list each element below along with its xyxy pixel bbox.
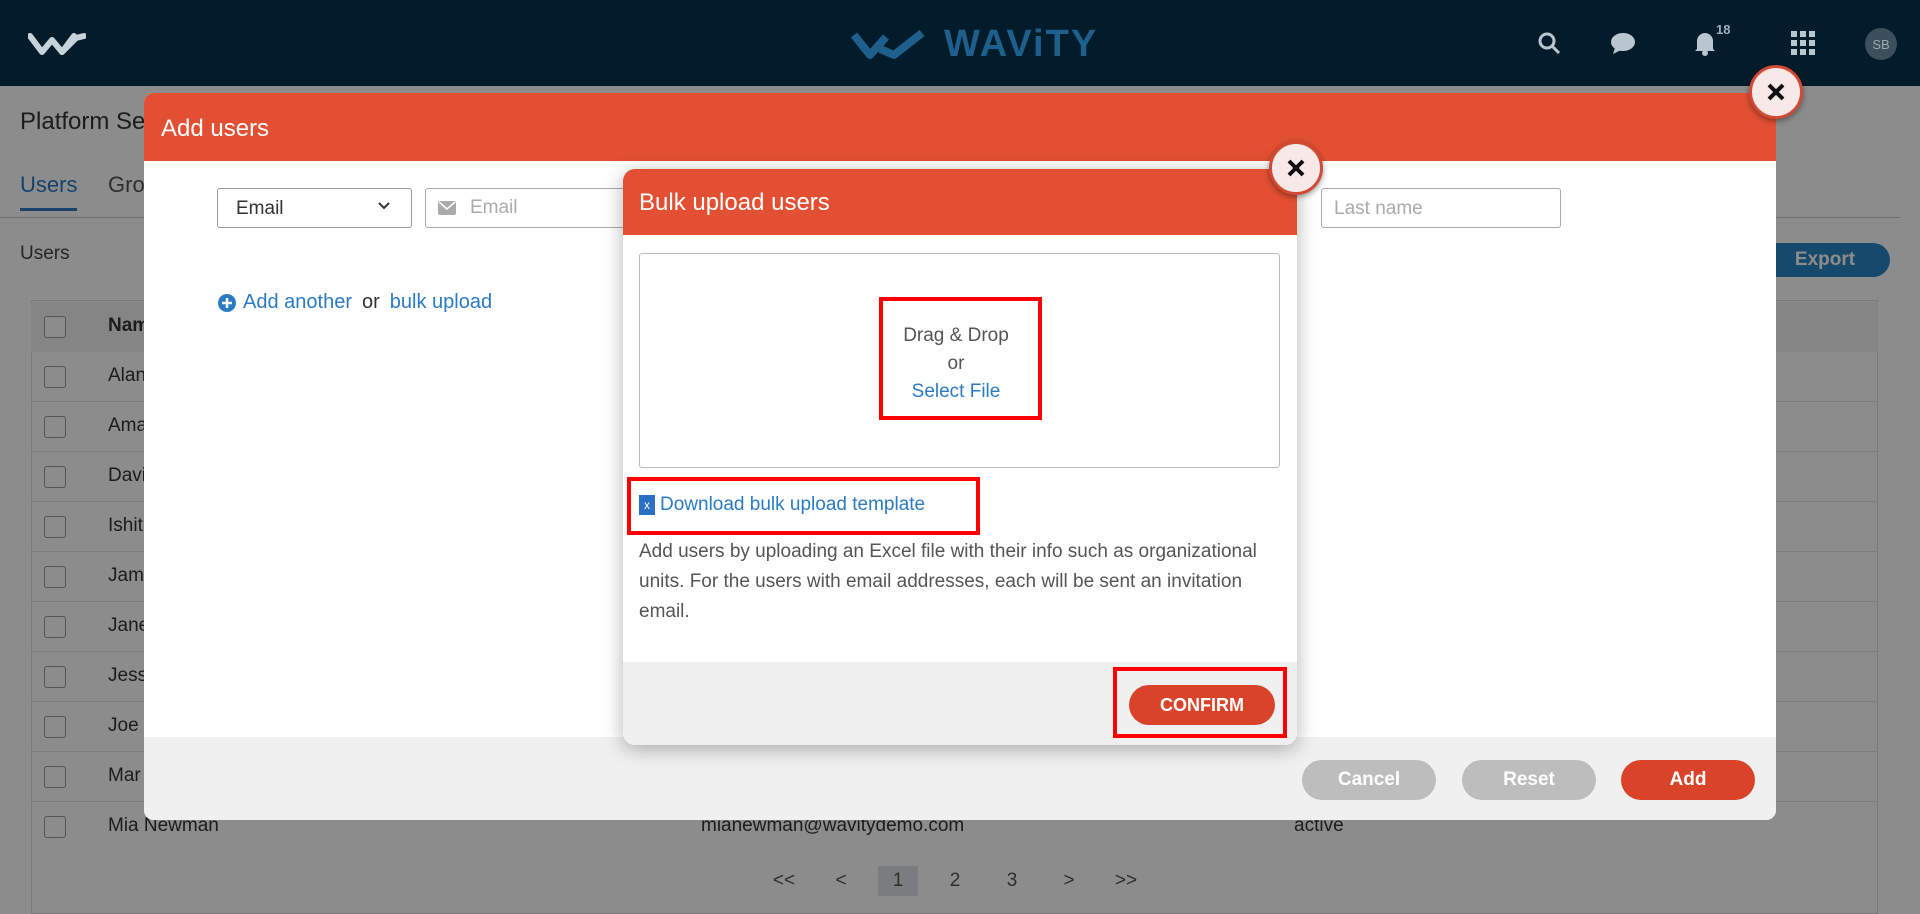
reset-button[interactable]: Reset — [1462, 760, 1596, 800]
search-icon[interactable] — [1534, 28, 1564, 58]
bulk-upload-title: Bulk upload users — [623, 169, 1297, 235]
last-name-input[interactable]: Last name — [1321, 188, 1561, 228]
bulk-upload-description: Add users by uploading an Excel file wit… — [639, 541, 1257, 622]
user-avatar[interactable]: SB — [1865, 28, 1897, 60]
top-nav: WAViTY 18 SB — [0, 0, 1920, 86]
close-bulk-upload-button[interactable] — [1269, 141, 1323, 195]
bulk-upload-link[interactable]: bulk upload — [390, 291, 492, 314]
last-name-placeholder: Last name — [1334, 198, 1423, 219]
add-another-row: Add another or bulk upload — [217, 291, 492, 314]
email-input[interactable]: Email — [425, 188, 625, 228]
cancel-button[interactable]: Cancel — [1302, 760, 1436, 800]
chevron-down-icon — [378, 202, 390, 210]
notification-badge: 18 — [1716, 22, 1731, 37]
envelope-icon — [438, 201, 456, 215]
identifier-select[interactable]: Email — [217, 188, 412, 228]
highlight-confirm-button — [1113, 667, 1287, 738]
wavity-logo-icon[interactable] — [28, 28, 86, 58]
brand-name: WAViTY — [944, 22, 1099, 65]
add-users-title: Add users — [144, 93, 1776, 161]
identifier-select-value: Email — [236, 198, 284, 219]
highlight-download-link — [627, 477, 980, 535]
close-icon — [1287, 159, 1305, 177]
close-add-users-button[interactable] — [1749, 65, 1803, 119]
or-text: or — [361, 291, 380, 313]
chat-icon[interactable] — [1608, 28, 1638, 58]
add-another-link[interactable]: Add another — [243, 291, 352, 314]
email-placeholder: Email — [470, 197, 518, 218]
bulk-upload-modal: Bulk upload users Drag & Drop or Select … — [623, 169, 1297, 745]
brand-logo: WAViTY — [850, 22, 1098, 66]
close-icon — [1767, 83, 1785, 101]
add-button[interactable]: Add — [1621, 760, 1755, 800]
highlight-drop-text — [879, 297, 1042, 420]
plus-circle-icon[interactable] — [217, 293, 237, 313]
apps-grid-icon[interactable] — [1788, 28, 1818, 58]
brand-mark-icon — [850, 29, 925, 59]
